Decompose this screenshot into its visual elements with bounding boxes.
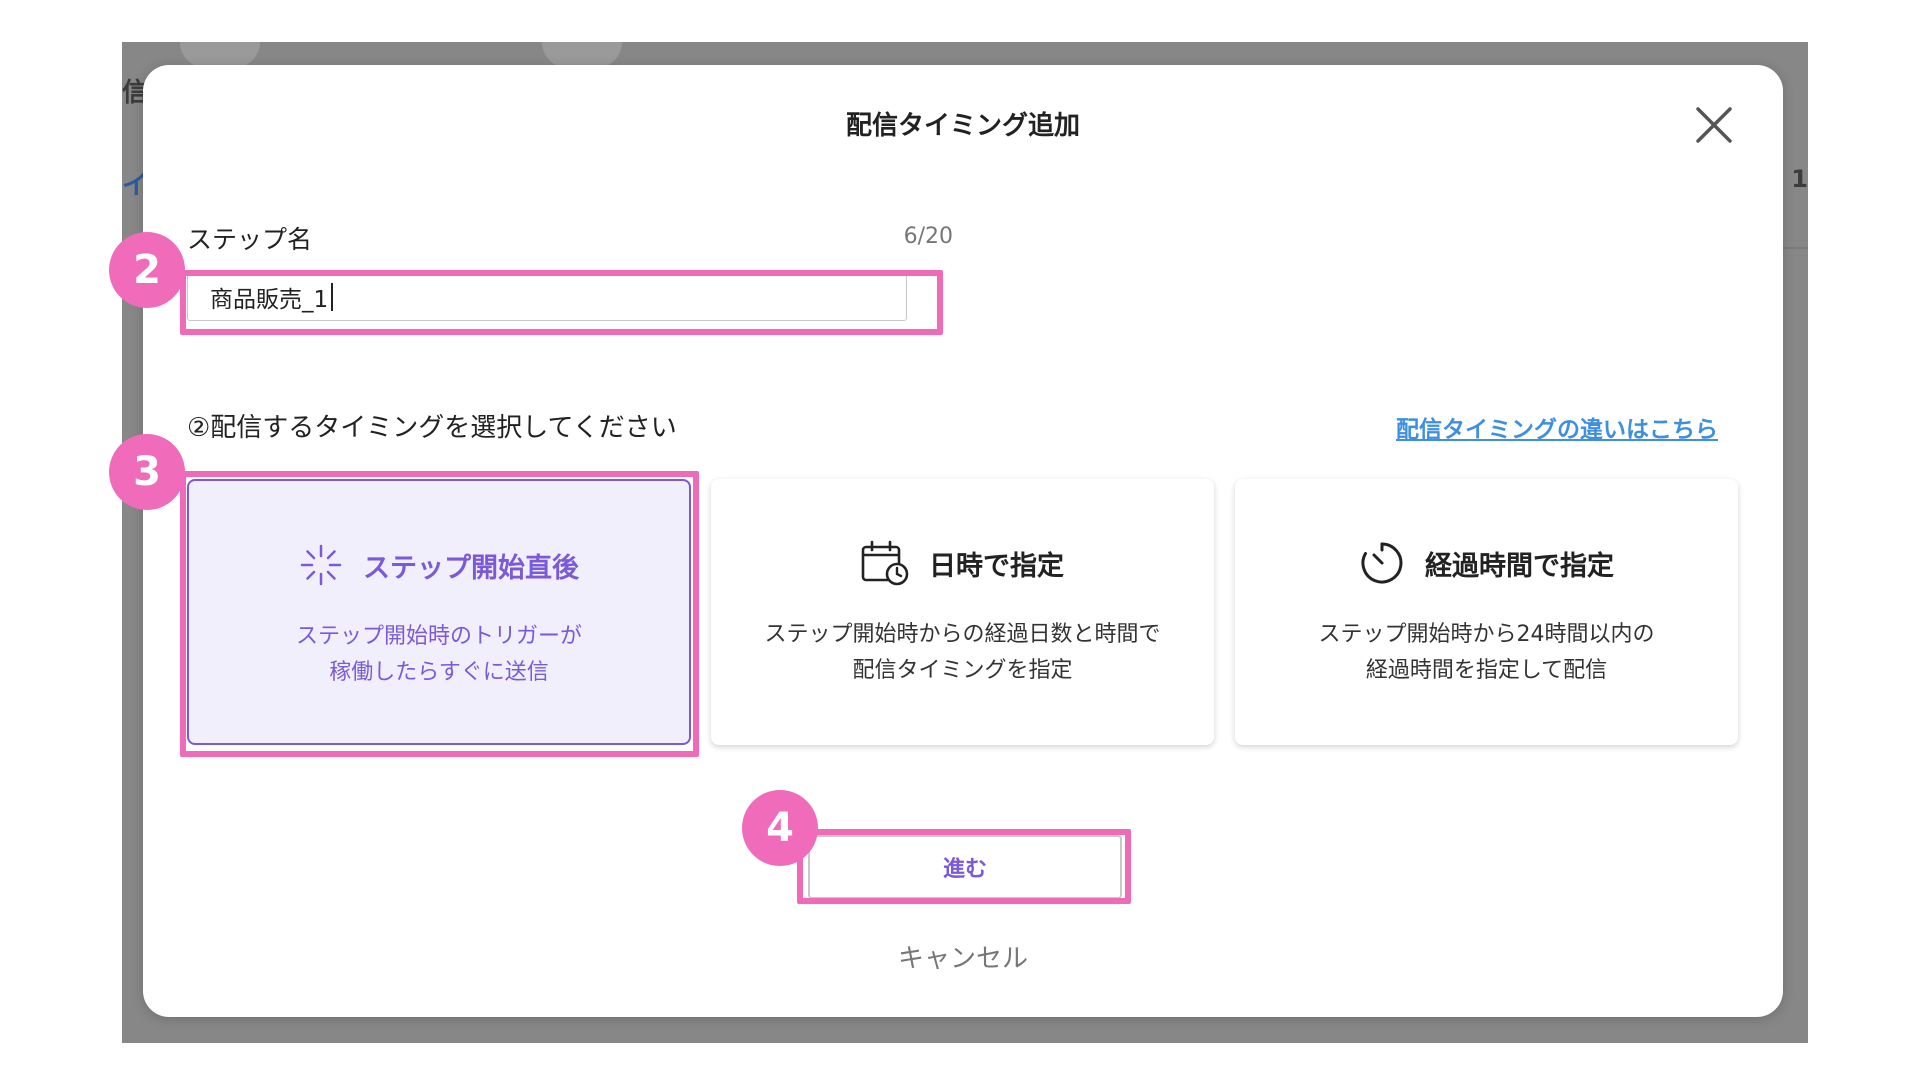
description-line: 稼働したらすぐに送信 — [329, 660, 549, 685]
card-header: ステップ開始直後 — [189, 541, 689, 589]
option-title: 日時で指定 — [929, 550, 1064, 582]
timing-option-immediate[interactable]: ステップ開始直後 ステップ開始時のトリガーが 稼働したらすぐに送信 — [187, 479, 691, 745]
add-timing-dialog: 配信タイミング追加 ステップ名 6/20 商品販売_1 ②配信するタイミングを選… — [143, 65, 1783, 1017]
description-line: ステップ開始時のトリガーが — [295, 624, 582, 649]
character-count: 6/20 — [903, 224, 953, 249]
step-badge-4: 4 — [742, 790, 818, 866]
timing-option-datetime[interactable]: 日時で指定 ステップ開始時からの経過日数と時間で 配信タイミングを指定 — [711, 479, 1214, 745]
option-description: ステップ開始時のトリガーが 稼働したらすぐに送信 — [189, 619, 689, 691]
timing-option-elapsed[interactable]: 経過時間で指定 ステップ開始時から24時間以内の 経過時間を指定して配信 — [1235, 479, 1738, 745]
close-button[interactable] — [1692, 103, 1736, 147]
dialog-title: 配信タイミング追加 — [845, 111, 1080, 141]
cancel-button[interactable]: キャンセル — [143, 938, 1783, 975]
option-description: ステップ開始時から24時間以内の 経過時間を指定して配信 — [1235, 617, 1738, 689]
step-badge-2: 2 — [109, 232, 185, 308]
card-header: 日時で指定 — [711, 539, 1214, 587]
timing-help-link[interactable]: 配信タイミングの違いはこちら — [1396, 410, 1718, 444]
description-line: ステップ開始時から24時間以内の — [1318, 622, 1655, 647]
timing-section-label: ②配信するタイミングを選択してください — [187, 413, 677, 443]
card-header: 経過時間で指定 — [1235, 539, 1738, 587]
step-name-input[interactable]: 商品販売_1 — [187, 273, 907, 321]
option-title: ステップ開始直後 — [363, 552, 579, 584]
loading-sparkle-icon — [300, 544, 342, 586]
text-caret — [331, 283, 334, 311]
description-line: ステップ開始時からの経過日数と時間で — [764, 622, 1161, 647]
description-line: 経過時間を指定して配信 — [1365, 658, 1608, 683]
step-name-label: ステップ名 — [187, 225, 313, 254]
option-title: 経過時間で指定 — [1425, 550, 1614, 582]
description-line: 配信タイミングを指定 — [852, 658, 1073, 683]
step-badge-3: 3 — [109, 434, 185, 510]
calendar-clock-icon — [861, 540, 909, 586]
close-icon — [1696, 107, 1732, 143]
option-description: ステップ開始時からの経過日数と時間で 配信タイミングを指定 — [711, 617, 1214, 689]
next-button[interactable]: 進む — [808, 835, 1122, 899]
timer-icon — [1361, 542, 1403, 584]
step-name-value: 商品販売_1 — [210, 287, 329, 313]
